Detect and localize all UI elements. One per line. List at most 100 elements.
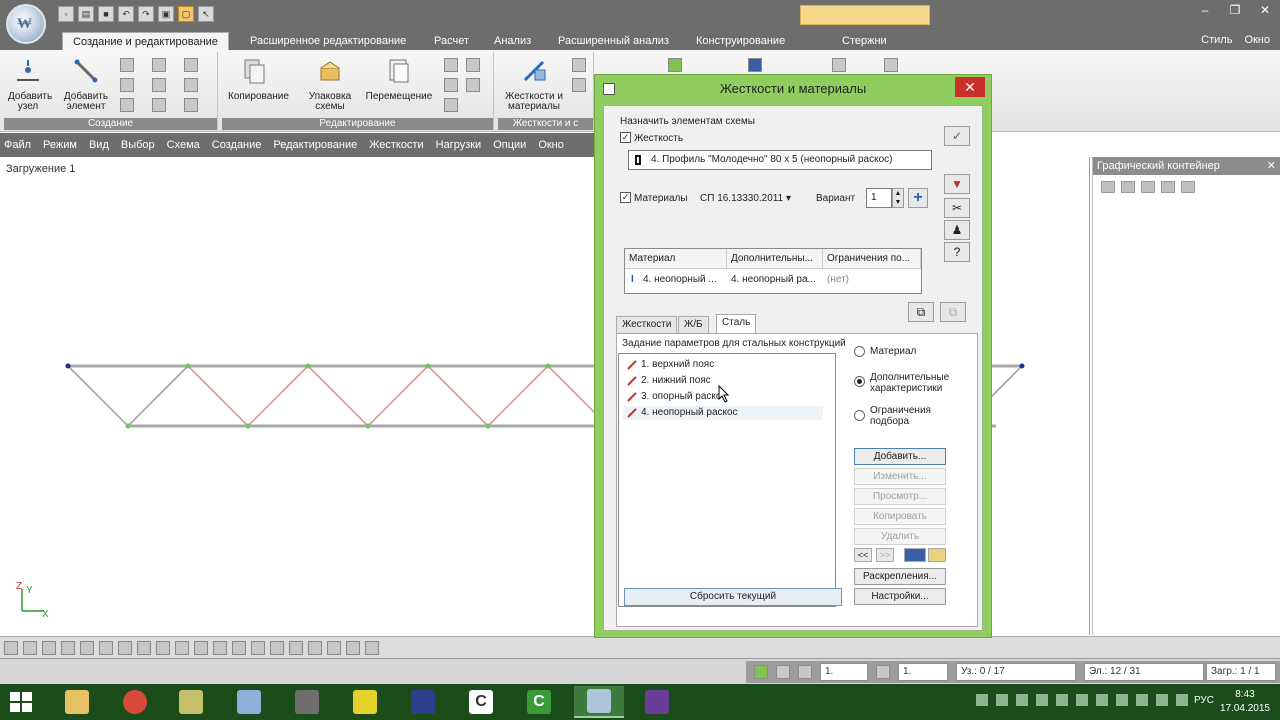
taskbar-chrome[interactable] bbox=[110, 686, 160, 718]
node[interactable] bbox=[365, 423, 371, 429]
group-icon[interactable] bbox=[876, 665, 890, 679]
radio-material[interactable] bbox=[854, 346, 865, 357]
load-case-icon[interactable] bbox=[754, 665, 768, 679]
menu-mode[interactable]: Режим bbox=[43, 139, 77, 151]
windows-start-icon[interactable] bbox=[10, 692, 32, 712]
node[interactable] bbox=[305, 363, 311, 369]
chart-view-icon[interactable] bbox=[928, 548, 946, 562]
divide-icon[interactable] bbox=[466, 58, 480, 72]
clock[interactable]: 8:43 17.04.2015 bbox=[1220, 688, 1270, 716]
table-view-icon[interactable] bbox=[904, 548, 926, 562]
measure-icon[interactable] bbox=[156, 640, 170, 655]
brace[interactable] bbox=[187, 365, 249, 427]
tab-calculation[interactable]: Расчет bbox=[424, 32, 479, 50]
power-icon[interactable] bbox=[1136, 694, 1148, 706]
flag-icon[interactable] bbox=[1116, 694, 1128, 706]
select-mode-icon[interactable]: ▢ bbox=[178, 6, 194, 22]
brace[interactable] bbox=[307, 365, 369, 427]
pack-schema-button[interactable]: Упаковка схемы bbox=[304, 56, 356, 112]
load-number-field[interactable]: 1. bbox=[820, 663, 868, 681]
merge-icon[interactable] bbox=[466, 78, 480, 92]
taskbar-notepad[interactable] bbox=[224, 686, 274, 718]
node[interactable] bbox=[185, 363, 191, 369]
support-brace-left[interactable] bbox=[67, 365, 129, 427]
list-item[interactable]: 1. верхний пояс bbox=[623, 358, 823, 372]
mirror-icon[interactable] bbox=[444, 58, 458, 72]
brace[interactable] bbox=[367, 365, 429, 427]
section-view-icon[interactable] bbox=[327, 640, 341, 655]
section-icon[interactable] bbox=[572, 58, 586, 72]
add-node-button[interactable]: Добавить узел bbox=[8, 56, 52, 112]
list-item[interactable]: 4. неопорный раскос bbox=[623, 406, 823, 420]
taskbar-cs-app-2[interactable]: C bbox=[514, 686, 564, 718]
taskbar-paint[interactable] bbox=[166, 686, 216, 718]
tab-bars[interactable]: Стержни bbox=[832, 32, 897, 50]
copy-image-icon[interactable] bbox=[1141, 181, 1155, 193]
taskbar-explorer[interactable] bbox=[52, 686, 102, 718]
taskbar-recorder[interactable] bbox=[398, 686, 448, 718]
reset-current-button[interactable]: Сбросить текущий bbox=[624, 588, 842, 606]
taskbar-cs-app-1[interactable]: C bbox=[456, 686, 506, 718]
bracing-button[interactable]: Раскрепления... bbox=[854, 568, 946, 585]
delete-image-icon[interactable] bbox=[1161, 181, 1175, 193]
menu-file[interactable]: Файл bbox=[4, 139, 31, 151]
camera-icon[interactable] bbox=[1101, 181, 1115, 193]
tray-app-icon[interactable] bbox=[1056, 694, 1068, 706]
volume-icon[interactable] bbox=[1096, 694, 1108, 706]
filter-icon[interactable] bbox=[175, 640, 189, 655]
open-file-icon[interactable]: ▤ bbox=[78, 6, 94, 22]
paste-properties-button[interactable]: ⧉ bbox=[940, 302, 966, 322]
cut-button[interactable]: ✂ bbox=[944, 198, 970, 218]
node[interactable] bbox=[425, 363, 431, 369]
menu-window[interactable]: Окно bbox=[538, 139, 564, 151]
menu-schema[interactable]: Схема bbox=[167, 139, 200, 151]
plate-icon[interactable] bbox=[184, 78, 198, 92]
bar-settings-icon[interactable] bbox=[832, 58, 846, 72]
tray-app-icon[interactable] bbox=[1156, 694, 1168, 706]
tab-reinforced-concrete[interactable]: Ж/Б bbox=[678, 316, 709, 334]
help-button[interactable]: ? bbox=[944, 242, 970, 262]
brace[interactable] bbox=[127, 365, 189, 427]
material-icon[interactable] bbox=[572, 78, 586, 92]
tab-design[interactable]: Конструирование bbox=[686, 32, 795, 50]
building-icon[interactable] bbox=[120, 98, 134, 112]
brace[interactable] bbox=[547, 365, 597, 415]
tray-app-icon[interactable] bbox=[1036, 694, 1048, 706]
view-button[interactable]: Просмотр... bbox=[854, 488, 946, 505]
stiffness-checkbox[interactable]: ✓ bbox=[620, 132, 631, 143]
add-variant-button[interactable]: + bbox=[908, 188, 928, 208]
support-brace-right[interactable] bbox=[989, 365, 1023, 399]
stiffness-materials-button[interactable]: Жесткости и материалы bbox=[500, 56, 568, 112]
save-icon[interactable]: ■ bbox=[98, 6, 114, 22]
close-panel-icon[interactable]: ✕ bbox=[1267, 157, 1276, 175]
zoom-window-icon[interactable] bbox=[118, 640, 132, 655]
apply-button[interactable]: ✓ bbox=[944, 126, 970, 146]
column-icon[interactable] bbox=[152, 98, 166, 112]
node[interactable] bbox=[1019, 363, 1025, 369]
add-element-button[interactable]: Добавить элемент bbox=[62, 56, 110, 112]
tab-advanced-edit[interactable]: Расширенное редактирование bbox=[240, 32, 416, 50]
next-load-icon[interactable] bbox=[798, 665, 812, 679]
copy-button[interactable]: Копирование bbox=[228, 56, 289, 102]
undo-icon[interactable]: ↶ bbox=[118, 6, 134, 22]
table-row[interactable]: I 4. неопорный ... bbox=[625, 271, 727, 289]
language-indicator[interactable]: РУС bbox=[1194, 695, 1214, 706]
node[interactable] bbox=[125, 423, 131, 429]
loads-icon[interactable] bbox=[270, 640, 284, 655]
copy-entry-button[interactable]: Копировать bbox=[854, 508, 946, 525]
tray-app-icon[interactable] bbox=[996, 694, 1008, 706]
minimize-icon[interactable]: – bbox=[1190, 0, 1220, 20]
beam-icon[interactable] bbox=[152, 78, 166, 92]
tab-analysis[interactable]: Анализ bbox=[484, 32, 541, 50]
pan-icon[interactable] bbox=[23, 640, 37, 655]
node[interactable] bbox=[545, 363, 551, 369]
save-image-icon[interactable] bbox=[1121, 181, 1135, 193]
analysis-icon[interactable] bbox=[668, 58, 682, 72]
materials-checkbox[interactable]: ✓ bbox=[620, 192, 631, 203]
variant-field[interactable]: 1 bbox=[866, 188, 892, 208]
radio-limits[interactable] bbox=[854, 410, 865, 421]
prev-load-icon[interactable] bbox=[776, 665, 790, 679]
copy-properties-button[interactable]: ⧉ bbox=[908, 302, 934, 322]
add-button[interactable]: Добавить... bbox=[854, 448, 946, 465]
window-menu[interactable]: Окно bbox=[1244, 34, 1270, 46]
